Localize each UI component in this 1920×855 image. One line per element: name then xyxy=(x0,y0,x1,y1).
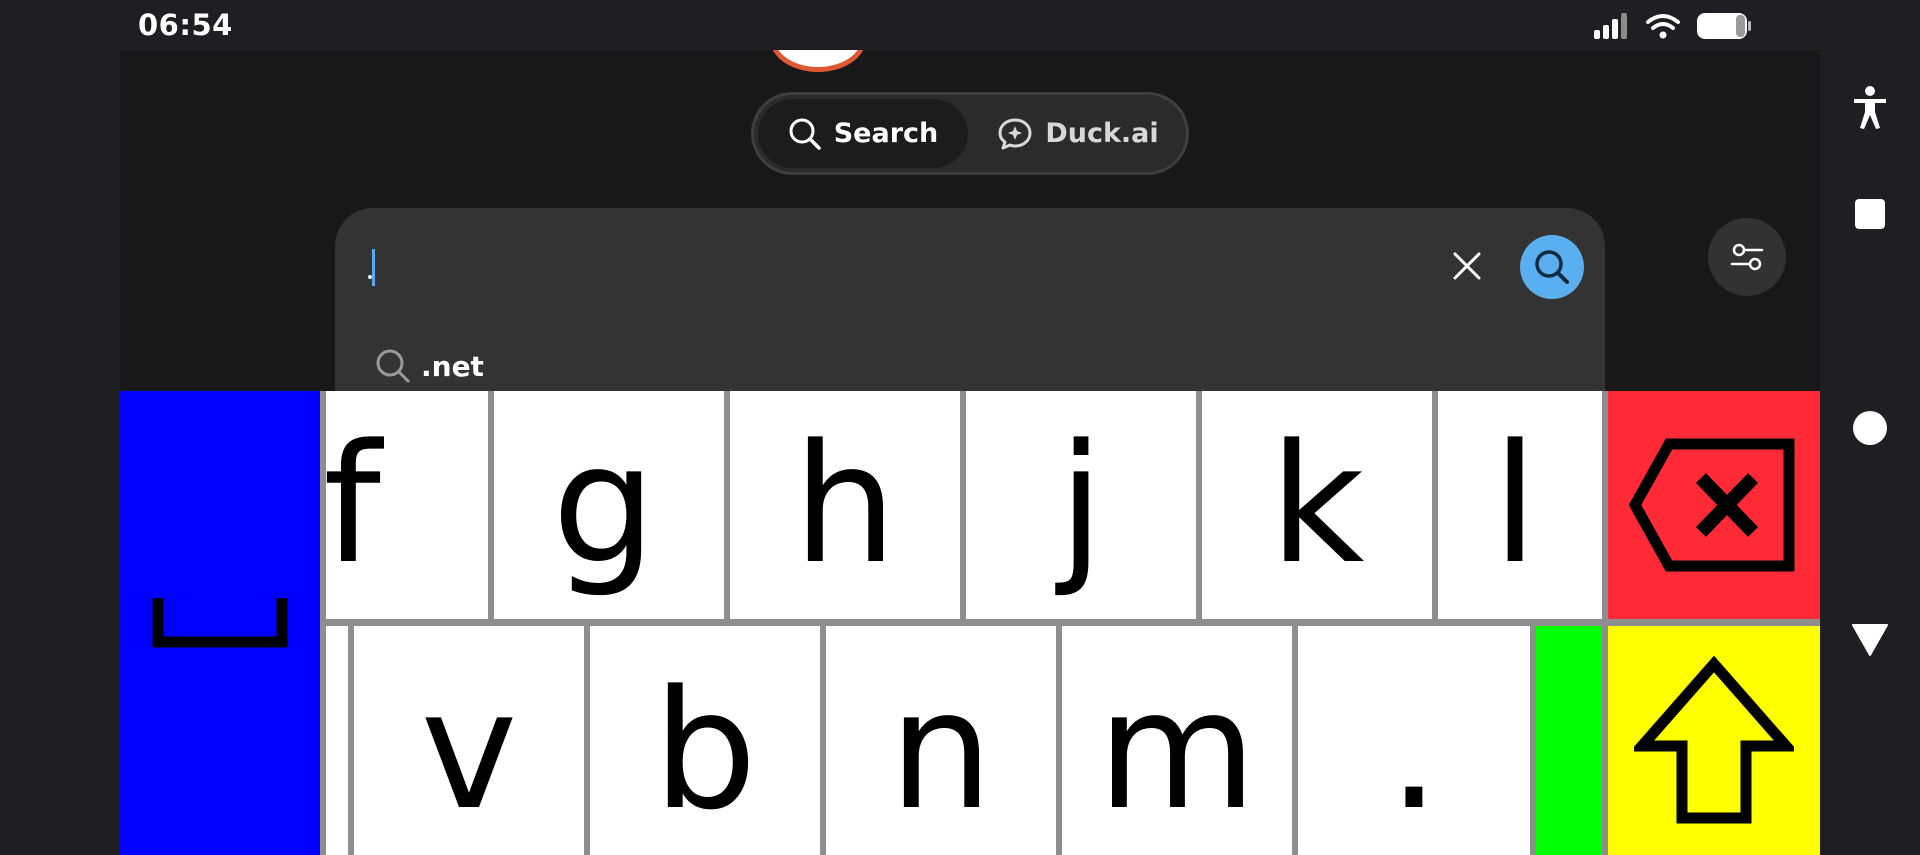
status-time: 06:54 xyxy=(138,8,233,42)
sliders-icon xyxy=(1730,243,1764,271)
key-g[interactable]: g xyxy=(494,391,724,619)
system-icons xyxy=(1594,12,1752,40)
key-label: k xyxy=(1269,409,1365,600)
suggestion-text: .net xyxy=(421,349,484,383)
key-f[interactable]: f xyxy=(323,391,488,619)
recents-square-icon xyxy=(1855,199,1885,229)
key-j[interactable]: j xyxy=(966,391,1196,619)
chat-sparkle-icon xyxy=(998,118,1032,149)
wifi-icon xyxy=(1646,14,1680,39)
shift-key[interactable] xyxy=(1608,626,1820,855)
battery-icon xyxy=(1697,13,1751,39)
key-label: n xyxy=(889,654,993,846)
backspace-key[interactable] xyxy=(1608,391,1820,619)
on-screen-keyboard: f g h j k l v b n m . xyxy=(120,391,1820,855)
signal-icon xyxy=(1594,13,1627,39)
back-triangle-icon xyxy=(1852,624,1888,656)
navigation-bar xyxy=(1820,50,1920,855)
key-period[interactable]: . xyxy=(1298,626,1530,855)
search-icon xyxy=(376,349,410,383)
tab-duck-ai[interactable]: Duck.ai xyxy=(976,99,1180,168)
space-key[interactable] xyxy=(120,391,320,855)
space-bar-icon xyxy=(152,598,288,648)
search-input[interactable] xyxy=(372,249,375,286)
key-label: h xyxy=(793,409,897,600)
search-submit-button[interactable] xyxy=(1520,235,1584,299)
search-icon xyxy=(789,118,821,150)
key-n[interactable]: n xyxy=(826,626,1056,855)
tab-search[interactable]: Search xyxy=(758,99,968,168)
key-label: v xyxy=(420,654,518,846)
duckduckgo-logo xyxy=(770,50,866,72)
phone-screen: 06:54 Search Duck.ai .net f g h j k l v … xyxy=(0,0,1920,855)
close-icon xyxy=(1453,252,1481,280)
home-button[interactable] xyxy=(1846,404,1894,452)
key-label: . xyxy=(1387,654,1441,846)
shift-arrow-icon xyxy=(1634,655,1794,823)
key-label: j xyxy=(1058,409,1104,600)
status-bar: 06:54 xyxy=(0,0,1920,50)
key-b[interactable]: b xyxy=(590,626,820,855)
suggestion-item[interactable]: .net xyxy=(375,348,484,384)
accessibility-icon xyxy=(1854,86,1886,129)
key-label: f xyxy=(323,409,381,600)
key-label: l xyxy=(1492,409,1538,600)
key-partial[interactable] xyxy=(326,626,348,855)
search-icon xyxy=(1535,250,1569,284)
mode-toggle: Search Duck.ai xyxy=(751,92,1189,175)
key-label: m xyxy=(1097,654,1257,846)
back-button[interactable] xyxy=(1846,616,1894,664)
key-l[interactable]: l xyxy=(1438,391,1602,619)
filter-settings-button[interactable] xyxy=(1708,218,1786,296)
clear-button[interactable] xyxy=(1447,246,1487,286)
home-circle-icon xyxy=(1853,411,1887,445)
green-key[interactable] xyxy=(1536,626,1602,855)
key-m[interactable]: m xyxy=(1062,626,1292,855)
key-k[interactable]: k xyxy=(1202,391,1432,619)
key-v[interactable]: v xyxy=(354,626,584,855)
key-label: g xyxy=(551,409,657,600)
recents-button[interactable] xyxy=(1846,190,1894,238)
backspace-icon xyxy=(1629,438,1795,572)
key-label: b xyxy=(652,654,758,846)
tab-duck-ai-label: Duck.ai xyxy=(1045,118,1159,149)
accessibility-button[interactable] xyxy=(1846,84,1894,132)
key-h[interactable]: h xyxy=(730,391,960,619)
tab-search-label: Search xyxy=(833,118,939,149)
